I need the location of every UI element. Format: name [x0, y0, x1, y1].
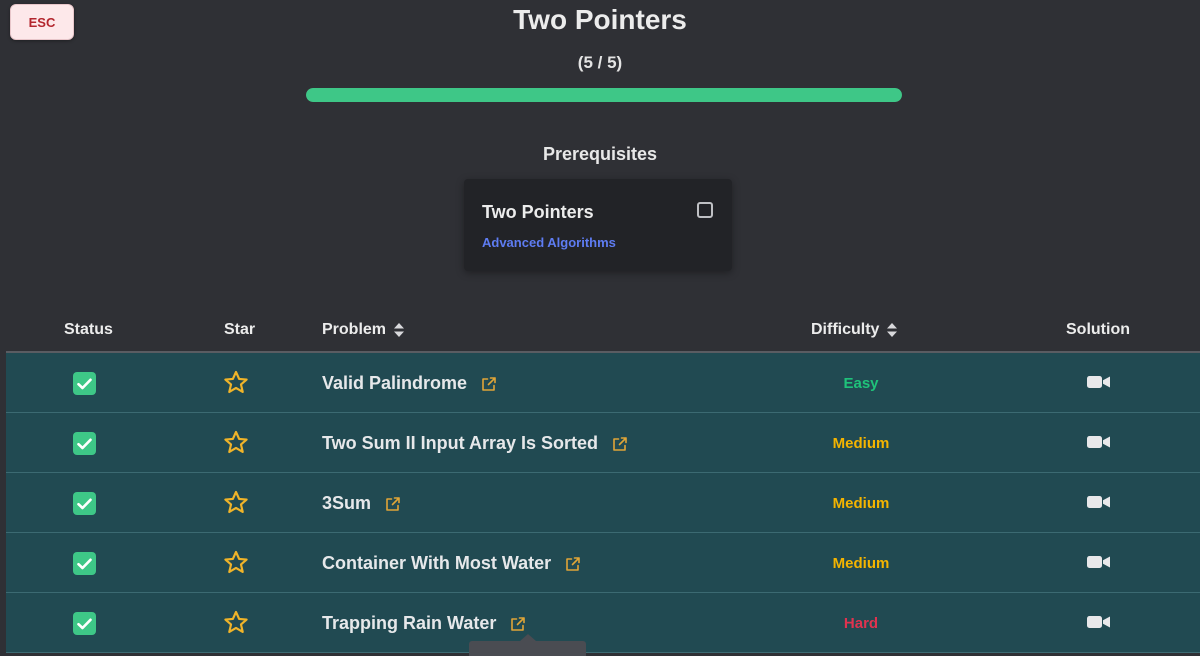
external-link-icon[interactable] — [481, 376, 497, 392]
problem-link[interactable]: Trapping Rain Water — [322, 613, 496, 634]
check-icon — [77, 498, 92, 509]
star-icon[interactable] — [223, 370, 249, 400]
star-icon[interactable] — [223, 550, 249, 580]
sort-icon[interactable] — [394, 323, 405, 337]
table-row: Two Sum II Input Array Is Sorted Medium — [6, 413, 1200, 473]
check-icon — [77, 438, 92, 449]
progress-bar — [306, 88, 902, 102]
header-problem-label: Problem — [322, 321, 387, 338]
header-status-label: Status — [64, 321, 113, 338]
prerequisite-category-link[interactable]: Advanced Algorithms — [482, 235, 616, 250]
problem-link[interactable]: 3Sum — [322, 493, 371, 514]
status-checkbox[interactable] — [73, 552, 96, 575]
star-icon[interactable] — [223, 490, 249, 520]
problem-cell: Container With Most Water — [322, 553, 581, 574]
difficulty-badge: Medium — [832, 555, 890, 572]
difficulty-badge: Easy — [843, 375, 879, 392]
problem-cell: Valid Palindrome — [322, 373, 497, 394]
table-header: Status Star Problem Difficulty Solution — [6, 308, 1200, 353]
video-camera-icon[interactable] — [1087, 434, 1111, 455]
check-icon — [77, 618, 92, 629]
prerequisite-card[interactable]: Two Pointers Advanced Algorithms — [464, 179, 732, 271]
difficulty-badge: Medium — [832, 495, 890, 512]
header-solution-label: Solution — [1066, 321, 1130, 338]
external-link-icon[interactable] — [385, 496, 401, 512]
table-row: 3Sum Medium — [6, 473, 1200, 533]
table-row: Trapping Rain Water Hard — [6, 593, 1200, 653]
header-star: Star — [224, 321, 255, 339]
problem-cell: 3Sum — [322, 493, 401, 514]
star-icon[interactable] — [223, 610, 249, 640]
video-camera-icon[interactable] — [1087, 614, 1111, 635]
page: ESC Two Pointers (5 / 5) Prerequisites T… — [0, 0, 1200, 656]
problem-link[interactable]: Two Sum II Input Array Is Sorted — [322, 433, 598, 454]
header-difficulty-label: Difficulty — [811, 321, 880, 338]
prerequisites-heading: Prerequisites — [542, 144, 658, 164]
table-body: Valid Palindrome Easy Two Sum II Input Arr… — [6, 353, 1200, 653]
check-icon — [77, 558, 92, 569]
progress-text: (5 / 5) — [577, 53, 623, 72]
page-title: Two Pointers — [513, 4, 687, 35]
video-camera-icon[interactable] — [1087, 494, 1111, 515]
header-problem[interactable]: Problem — [322, 321, 405, 339]
sort-icon[interactable] — [887, 323, 898, 337]
scroll-hint[interactable] — [469, 641, 586, 656]
star-icon[interactable] — [223, 430, 249, 460]
external-link-icon[interactable] — [612, 436, 628, 452]
difficulty-badge: Hard — [843, 615, 879, 632]
progress-bar-fill — [306, 88, 902, 102]
table-row: Valid Palindrome Easy — [6, 353, 1200, 413]
header-status: Status — [64, 321, 113, 339]
status-checkbox[interactable] — [73, 612, 96, 635]
status-checkbox[interactable] — [73, 372, 96, 395]
problems-table: Status Star Problem Difficulty Solution — [6, 308, 1200, 653]
problem-link[interactable]: Container With Most Water — [322, 553, 551, 574]
check-icon — [77, 378, 92, 389]
prerequisite-checkbox[interactable] — [697, 202, 713, 218]
external-link-icon[interactable] — [510, 616, 526, 632]
problem-cell: Trapping Rain Water — [322, 613, 526, 634]
video-camera-icon[interactable] — [1087, 374, 1111, 395]
header-solution: Solution — [1066, 321, 1130, 339]
scroll-hint-notch — [520, 634, 536, 641]
video-camera-icon[interactable] — [1087, 554, 1111, 575]
difficulty-badge: Medium — [832, 435, 890, 452]
prerequisite-title: Two Pointers — [482, 202, 594, 222]
problem-cell: Two Sum II Input Array Is Sorted — [322, 433, 628, 454]
status-checkbox[interactable] — [73, 492, 96, 515]
header-star-label: Star — [224, 321, 256, 338]
problem-link[interactable]: Valid Palindrome — [322, 373, 467, 394]
table-row: Container With Most Water Medium — [6, 533, 1200, 593]
header-difficulty[interactable]: Difficulty — [811, 321, 898, 339]
external-link-icon[interactable] — [565, 556, 581, 572]
status-checkbox[interactable] — [73, 432, 96, 455]
